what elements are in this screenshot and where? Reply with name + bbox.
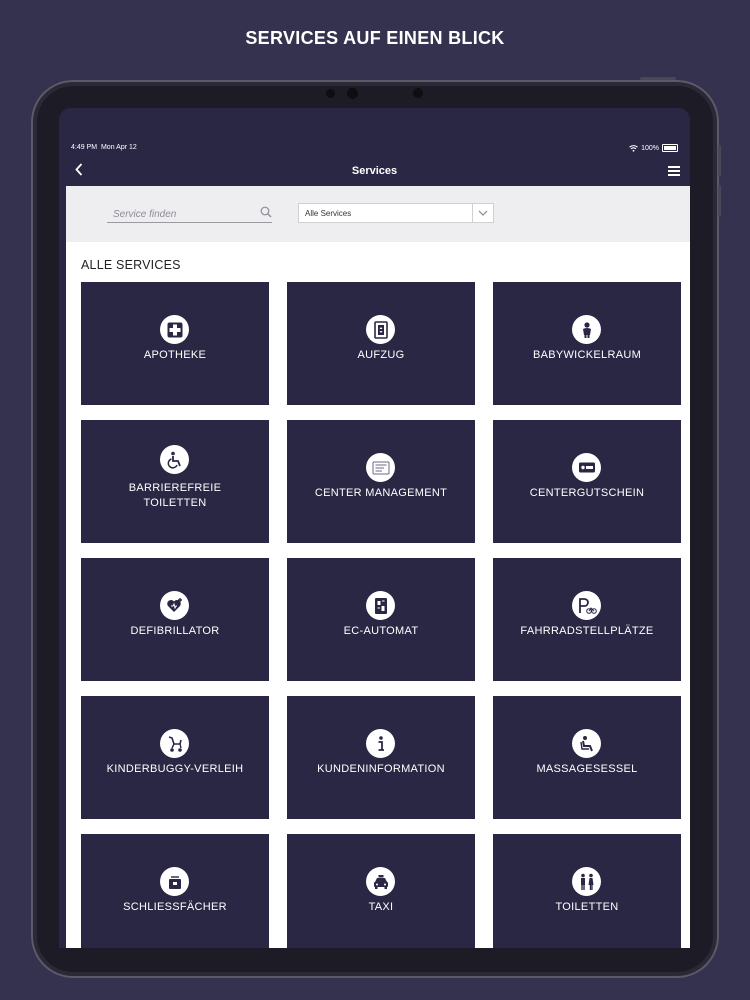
stroller-icon [160,729,189,758]
service-tile-massagesessel[interactable]: MASSAGESESSEL [493,696,681,819]
status-bar: 4:49 PM Mon Apr 12 100% [59,144,690,156]
service-label: CENTERGUTSCHEIN [529,487,645,499]
status-time-value: 4:49 PM [71,144,98,151]
wifi-icon [629,144,638,152]
service-tile-center-management[interactable]: CENTER MANAGEMENT [287,420,475,543]
elevator-icon [366,315,395,344]
service-label: KUNDENINFORMATION [317,763,445,775]
service-label: BABYWICKELRAUM [532,349,642,361]
service-tile-centergutschein[interactable]: CENTERGUTSCHEIN [493,420,681,543]
service-label: SCHLIESSFÄCHER [123,901,227,913]
filter-bar: Alle Services [66,186,690,242]
service-tile-aufzug[interactable]: AUFZUG [287,282,475,405]
service-label: MASSAGESESSEL [536,763,638,775]
service-label: AUFZUG [357,349,405,361]
page-title: Services [351,165,398,177]
services-content: Alle Services ALLE SERVICES APOTHEKE AUF… [66,186,690,948]
atm-icon [366,591,395,620]
restroom-icon [572,867,601,896]
search-icon[interactable] [260,206,272,218]
service-tile-kinderbuggy-verleih[interactable]: KINDERBUGGY-VERLEIH [81,696,269,819]
gift-card-icon [572,453,601,482]
locker-icon [160,867,189,896]
baby-changing-icon [572,315,601,344]
category-select-value: Alle Services [305,209,352,218]
hamburger-menu-icon[interactable] [668,166,680,178]
wheelchair-icon [160,445,189,474]
service-tile-apotheke[interactable]: APOTHEKE [81,282,269,405]
service-tile-babywickelraum[interactable]: BABYWICKELRAUM [493,282,681,405]
category-select[interactable]: Alle Services [298,203,494,223]
document-icon [366,453,395,482]
promo-title: SERVICES AUF EINEN BLICK [245,28,505,48]
heart-defibrillator-icon [160,591,189,620]
service-tile-barrierefreie-toiletten[interactable]: BARRIEREFREIE TOILETTEN [81,420,269,543]
battery-icon [662,144,678,152]
front-camera-icon [413,88,423,98]
sensor-icon [347,88,358,99]
service-tile-taxi[interactable]: TAXI [287,834,475,948]
service-tile-kundeninformation[interactable]: KUNDENINFORMATION [287,696,475,819]
pharmacy-cross-icon [160,315,189,344]
service-label: DEFIBRILLATOR [130,625,220,637]
service-tile-fahrradstellplaetze[interactable]: FAHRRADSTELLPLÄTZE [493,558,681,681]
battery-percent: 100% [641,144,659,152]
service-label: TOILETTEN [555,901,619,913]
search-field [107,204,272,223]
service-tile-ec-automat[interactable]: EC-AUTOMAT [287,558,475,681]
service-tile-schliessfaecher[interactable]: SCHLIESSFÄCHER [81,834,269,948]
volume-button [640,77,676,80]
status-indicators: 100% [629,144,678,152]
camera-icon [326,89,335,98]
nav-bar: Services [59,160,690,186]
chevron-down-icon [472,204,493,222]
search-input[interactable] [107,206,253,223]
service-tile-toiletten[interactable]: TOILETTEN [493,834,681,948]
service-label: TAXI [368,901,394,913]
service-label: EC-AUTOMAT [343,625,419,637]
section-title: ALLE SERVICES [81,258,181,272]
status-time: 4:49 PM Mon Apr 12 [71,144,137,151]
side-button [718,145,721,177]
bicycle-parking-icon [572,591,601,620]
service-label: CENTER MANAGEMENT [314,487,448,499]
info-icon [366,729,395,758]
app-screen: 4:49 PM Mon Apr 12 100% Services Alle Se… [59,108,690,948]
taxi-icon [366,867,395,896]
massage-chair-icon [572,729,601,758]
service-label: FAHRRADSTELLPLÄTZE [520,625,654,637]
service-label: BARRIEREFREIE TOILETTEN [128,482,222,509]
side-button-lower [718,185,721,217]
status-date: Mon Apr 12 [100,144,137,151]
service-tile-defibrillator[interactable]: DEFIBRILLATOR [81,558,269,681]
service-label: KINDERBUGGY-VERLEIH [106,763,244,775]
service-label: APOTHEKE [143,349,207,361]
